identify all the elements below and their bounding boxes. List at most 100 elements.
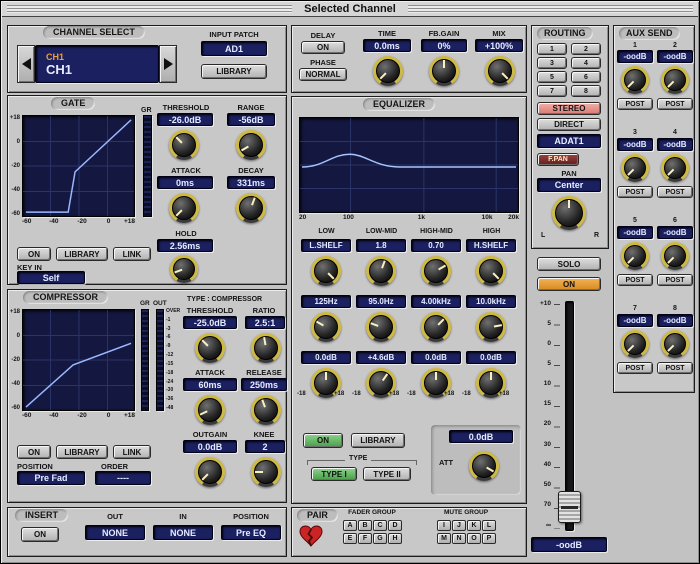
insert-out-value[interactable]: NONE <box>85 525 145 540</box>
comp-release-knob[interactable] <box>251 395 281 425</box>
insert-position-value[interactable]: Pre EQ <box>221 525 281 540</box>
eq-high-f-knob[interactable] <box>476 312 506 342</box>
aux-5-post-button[interactable]: POST <box>617 274 653 286</box>
delay-time-knob[interactable] <box>373 56 403 86</box>
aux-7-post-button[interactable]: POST <box>617 362 653 374</box>
fader-scale-label: 15 <box>543 400 551 408</box>
eq-type1-button[interactable]: TYPE I <box>311 467 357 481</box>
aux-3-knob[interactable] <box>621 154 649 182</box>
channel-prev-button[interactable] <box>17 45 35 83</box>
mute-group-l-button[interactable]: L <box>482 520 496 531</box>
gate-threshold-knob[interactable] <box>169 130 199 160</box>
aux-8-knob[interactable] <box>661 330 689 358</box>
fader-group-c-button[interactable]: C <box>373 520 387 531</box>
gate-on-button[interactable]: ON <box>17 247 51 261</box>
aux-6-post-button[interactable]: POST <box>657 274 693 286</box>
routing-bus-1-button[interactable]: 1 <box>537 43 567 55</box>
mute-group-m-button[interactable]: M <box>437 533 451 544</box>
pan-knob[interactable] <box>552 196 586 230</box>
aux-3-post-button[interactable]: POST <box>617 186 653 198</box>
aux-2-knob[interactable] <box>661 66 689 94</box>
fader-group-a-button[interactable]: A <box>343 520 357 531</box>
gate-hold-knob[interactable] <box>170 255 198 283</box>
fader-group-h-button[interactable]: H <box>388 533 402 544</box>
comp-outgain-knob[interactable] <box>195 457 225 487</box>
routing-bus-6-button[interactable]: 6 <box>571 71 601 83</box>
gate-gr-meter <box>143 115 152 217</box>
routing-bus-2-button[interactable]: 2 <box>571 43 601 55</box>
eq-att-knob[interactable] <box>469 451 499 481</box>
eq-high-q-knob[interactable] <box>476 256 506 286</box>
aux-2-post-button[interactable]: POST <box>657 98 693 110</box>
mute-group-o-button[interactable]: O <box>467 533 481 544</box>
fader-group-b-button[interactable]: B <box>358 520 372 531</box>
gate-attack-knob[interactable] <box>169 193 199 223</box>
eq-low-f-knob[interactable] <box>311 312 341 342</box>
insert-on-button[interactable]: ON <box>21 527 59 542</box>
delay-fbgain-knob[interactable] <box>429 56 459 86</box>
comp-on-button[interactable]: ON <box>17 445 51 459</box>
eq-on-button[interactable]: ON <box>303 433 343 448</box>
delay-mix-knob[interactable] <box>485 56 515 86</box>
eq-highmid-f-knob[interactable] <box>421 312 451 342</box>
channel-next-button[interactable] <box>159 45 177 83</box>
comp-position-value[interactable]: Pre Fad <box>17 471 85 485</box>
mute-group-n-button[interactable]: N <box>452 533 466 544</box>
eq-band-lowmid-header: LOW-MID <box>365 228 398 235</box>
comp-threshold-knob[interactable] <box>195 333 225 363</box>
comp-ratio-knob[interactable] <box>251 333 281 363</box>
channel-on-button[interactable]: ON <box>537 277 601 291</box>
phase-normal-button[interactable]: NORMAL <box>299 68 347 81</box>
fader-group-label: FADER GROUP <box>348 509 396 516</box>
routing-bus-5-button[interactable]: 5 <box>537 71 567 83</box>
aux-4-post-button[interactable]: POST <box>657 186 693 198</box>
gate-link-button[interactable]: LINK <box>113 247 151 261</box>
comp-link-button[interactable]: LINK <box>113 445 151 459</box>
aux-1-post-button[interactable]: POST <box>617 98 653 110</box>
eq-type2-button[interactable]: TYPE II <box>363 467 411 481</box>
aux-6-knob[interactable] <box>661 242 689 270</box>
title-bar[interactable]: Selected Channel <box>2 2 698 17</box>
routing-bus-8-button[interactable]: 8 <box>571 85 601 97</box>
mute-group-i-button[interactable]: I <box>437 520 451 531</box>
delay-on-button[interactable]: ON <box>301 41 345 54</box>
insert-in-value[interactable]: NONE <box>153 525 213 540</box>
comp-knee-knob[interactable] <box>251 457 281 487</box>
follow-pan-button[interactable]: F.PAN <box>537 153 579 166</box>
mute-group-j-button[interactable]: J <box>452 520 466 531</box>
fader-handle[interactable] <box>558 491 581 523</box>
eq-low-q-knob[interactable] <box>311 256 341 286</box>
comp-order-value[interactable]: ---- <box>95 471 151 485</box>
solo-button[interactable]: SOLO <box>537 257 601 271</box>
routing-direct-dest[interactable]: ADAT1 <box>537 134 601 148</box>
comp-release-label: RELEASE <box>246 368 282 377</box>
gate-keyin-value[interactable]: Self <box>17 271 85 284</box>
fader-group-g-button[interactable]: G <box>373 533 387 544</box>
eq-lowmid-f-knob[interactable] <box>366 312 396 342</box>
eq-library-button[interactable]: LIBRARY <box>351 433 405 448</box>
gate-decay-knob[interactable] <box>236 193 266 223</box>
gate-range-knob[interactable] <box>236 130 266 160</box>
mute-group-p-button[interactable]: P <box>482 533 496 544</box>
fader-group-d-button[interactable]: D <box>388 520 402 531</box>
aux-4-knob[interactable] <box>661 154 689 182</box>
routing-stereo-button[interactable]: STEREO <box>537 102 601 115</box>
routing-bus-4-button[interactable]: 4 <box>571 57 601 69</box>
aux-8-post-button[interactable]: POST <box>657 362 693 374</box>
fader-group-f-button[interactable]: F <box>358 533 372 544</box>
comp-library-button[interactable]: LIBRARY <box>56 445 108 459</box>
aux-7-knob[interactable] <box>621 330 649 358</box>
aux-1-knob[interactable] <box>621 66 649 94</box>
input-patch-library-button[interactable]: LIBRARY <box>201 64 267 79</box>
routing-bus-3-button[interactable]: 3 <box>537 57 567 69</box>
gate-library-button[interactable]: LIBRARY <box>56 247 108 261</box>
eq-highmid-q-knob[interactable] <box>421 256 451 286</box>
input-patch-value[interactable]: AD1 <box>201 41 267 56</box>
eq-lowmid-q-knob[interactable] <box>366 256 396 286</box>
aux-5-knob[interactable] <box>621 242 649 270</box>
routing-bus-7-button[interactable]: 7 <box>537 85 567 97</box>
comp-attack-knob[interactable] <box>195 395 225 425</box>
mute-group-k-button[interactable]: K <box>467 520 481 531</box>
fader-group-e-button[interactable]: E <box>343 533 357 544</box>
routing-direct-button[interactable]: DIRECT <box>537 118 601 131</box>
